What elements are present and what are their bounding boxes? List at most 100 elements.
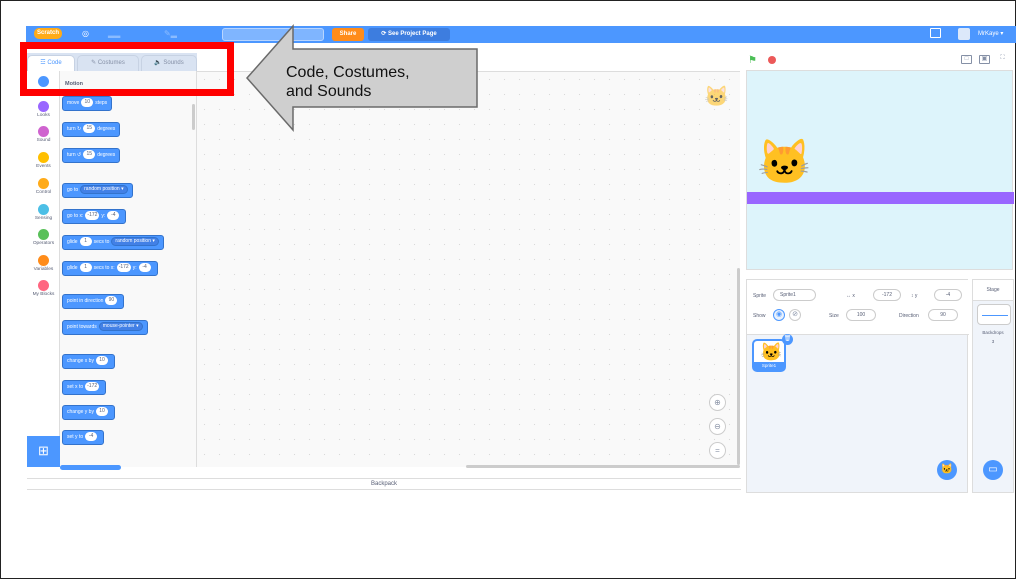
position-dropdown[interactable]: random position ▾	[80, 185, 128, 195]
category-control[interactable]: Control	[30, 178, 57, 195]
category-sound[interactable]: Sound	[30, 126, 57, 143]
stage-title: Stage	[973, 280, 1013, 301]
turn-right-block[interactable]: turn ↻ 15 degrees	[62, 122, 121, 137]
zoom-out-icon[interactable]: ⊖	[709, 418, 726, 435]
tabs-highlight-box	[20, 42, 234, 96]
block-value[interactable]: 15	[83, 124, 96, 134]
category-sensing[interactable]: Sensing	[30, 204, 57, 221]
change-y-block[interactable]: change y by 10	[62, 405, 115, 420]
turn-left-block[interactable]: turn ↺ 15 degrees	[62, 148, 121, 163]
stage-thumbnail[interactable]	[977, 304, 1011, 325]
move-steps-block[interactable]: move 10 steps	[62, 96, 113, 111]
scratch-logo[interactable]: Scratch	[34, 28, 62, 39]
scratch-cat-sprite[interactable]: 🐱	[757, 139, 812, 187]
category-label: Events	[36, 164, 51, 169]
block-value[interactable]: -172	[85, 382, 100, 392]
block-text: glide	[67, 239, 78, 245]
operators-dot	[38, 229, 49, 240]
category-label: Looks	[37, 113, 50, 118]
sound-dot	[38, 126, 49, 137]
glide-to-block[interactable]: glide 1 secs to random position ▾	[62, 235, 164, 250]
point-direction-block[interactable]: point in direction 90	[62, 294, 125, 309]
category-looks[interactable]: Looks	[30, 101, 57, 118]
block-value[interactable]: 10	[95, 407, 108, 417]
green-flag-icon[interactable]: ⚑	[748, 55, 757, 66]
workspace-vertical-scrollbar[interactable]	[737, 268, 740, 465]
position-dropdown[interactable]: random position ▾	[111, 237, 159, 247]
x-letter: x	[852, 293, 855, 299]
block-text: move	[67, 100, 80, 106]
globe-icon[interactable]: ◎	[82, 29, 89, 38]
file-menu[interactable]: ▂▂	[108, 29, 120, 38]
show-hidden-icon[interactable]: ⊘	[789, 309, 801, 321]
block-text: degrees	[97, 126, 116, 132]
category-label: Sensing	[34, 216, 53, 221]
cat-icon: 🐱	[940, 464, 954, 475]
block-value[interactable]: -4	[107, 211, 120, 221]
callout-line-1: Code, Costumes,	[286, 64, 410, 81]
point-towards-block[interactable]: point towards mouse-pointer ▾	[62, 320, 148, 335]
reset-zoom-icon[interactable]: =	[709, 442, 726, 459]
category-my-blocks[interactable]: My Blocks	[30, 280, 57, 297]
block-value[interactable]: -172	[85, 211, 100, 221]
change-x-block[interactable]: change x by 10	[62, 354, 115, 369]
edit-menu[interactable]: ✎▂	[164, 29, 177, 38]
block-text: secs to	[93, 239, 110, 245]
x-position-field[interactable]: -172	[873, 289, 901, 301]
stop-icon[interactable]	[768, 56, 776, 64]
set-y-block[interactable]: set y to -4	[62, 430, 105, 445]
delete-sprite-icon[interactable]: 🗑	[782, 334, 793, 345]
block-value[interactable]: 90	[105, 296, 118, 306]
sprite-name-field[interactable]: Sprite1	[773, 289, 816, 301]
my-blocks-dot	[38, 280, 49, 291]
block-text: steps	[95, 100, 108, 106]
block-value[interactable]: -172	[116, 263, 131, 273]
category-label: Sound	[36, 138, 51, 143]
block-value[interactable]: 1	[79, 237, 92, 247]
sensing-dot	[38, 204, 49, 215]
avatar[interactable]	[958, 28, 970, 40]
partial-block	[60, 465, 121, 470]
workspace-horizontal-scrollbar[interactable]	[466, 465, 740, 468]
size-label: Size	[829, 313, 839, 319]
fullscreen-icon[interactable]: ⛶	[997, 55, 1008, 64]
large-stage-icon[interactable]: ▣	[979, 55, 990, 64]
y-label: ↕ y	[911, 293, 917, 299]
y-position-field[interactable]: -4	[934, 289, 962, 301]
show-label: Show	[753, 313, 766, 319]
show-visible-icon[interactable]: ◉	[773, 309, 785, 321]
block-value[interactable]: -4	[85, 432, 98, 442]
choose-sprite-button[interactable]: 🐱	[937, 460, 957, 480]
sprite-watermark-icon: 🐱	[704, 86, 729, 108]
username-menu[interactable]: MrKaye ▾	[978, 30, 1003, 37]
block-category-menu: Looks Sound Events Control Sensing Opera…	[27, 71, 60, 467]
category-variables[interactable]: Variables	[30, 255, 57, 272]
block-value[interactable]: 10	[95, 356, 108, 366]
choose-backdrop-button[interactable]: ▭	[983, 460, 1003, 480]
block-value[interactable]: 15	[83, 150, 96, 160]
zoom-in-icon[interactable]: ⊕	[709, 394, 726, 411]
set-x-block[interactable]: set x to -172	[62, 380, 107, 395]
block-value[interactable]: -4	[138, 263, 151, 273]
palette-scrollbar[interactable]	[192, 104, 195, 130]
go-to-xy-block[interactable]: go to x: -172 y: -4	[62, 209, 127, 224]
size-field[interactable]: 100	[846, 309, 876, 321]
category-label: Variables	[33, 267, 54, 272]
menu-bar: Scratch ◎ ▂▂ ✎▂ Share ⟳ See Project Page…	[26, 26, 1016, 43]
small-stage-icon[interactable]: □	[961, 55, 972, 64]
target-dropdown[interactable]: mouse-pointer ▾	[98, 322, 143, 332]
stage-selector[interactable]: Stage Backdrops 3 ▭	[972, 279, 1014, 493]
direction-field[interactable]: 90	[928, 309, 958, 321]
add-extension-button[interactable]: ⊞	[27, 436, 60, 467]
glide-to-xy-block[interactable]: glide 1 secs to x: -172 y: -4	[62, 261, 158, 276]
category-operators[interactable]: Operators	[30, 229, 57, 246]
my-stuff-icon[interactable]	[930, 28, 941, 38]
stage-canvas[interactable]: 🐱	[746, 70, 1014, 270]
sprite-tile[interactable]: 🐱 Sprite1 🗑	[752, 334, 793, 372]
block-value[interactable]: 1	[79, 263, 92, 273]
go-to-block[interactable]: go to random position ▾	[62, 183, 133, 198]
category-events[interactable]: Events	[30, 152, 57, 169]
block-value[interactable]: 10	[81, 98, 94, 108]
block-text: point towards	[67, 324, 97, 330]
backpack-bar[interactable]: Backpack	[27, 478, 741, 490]
